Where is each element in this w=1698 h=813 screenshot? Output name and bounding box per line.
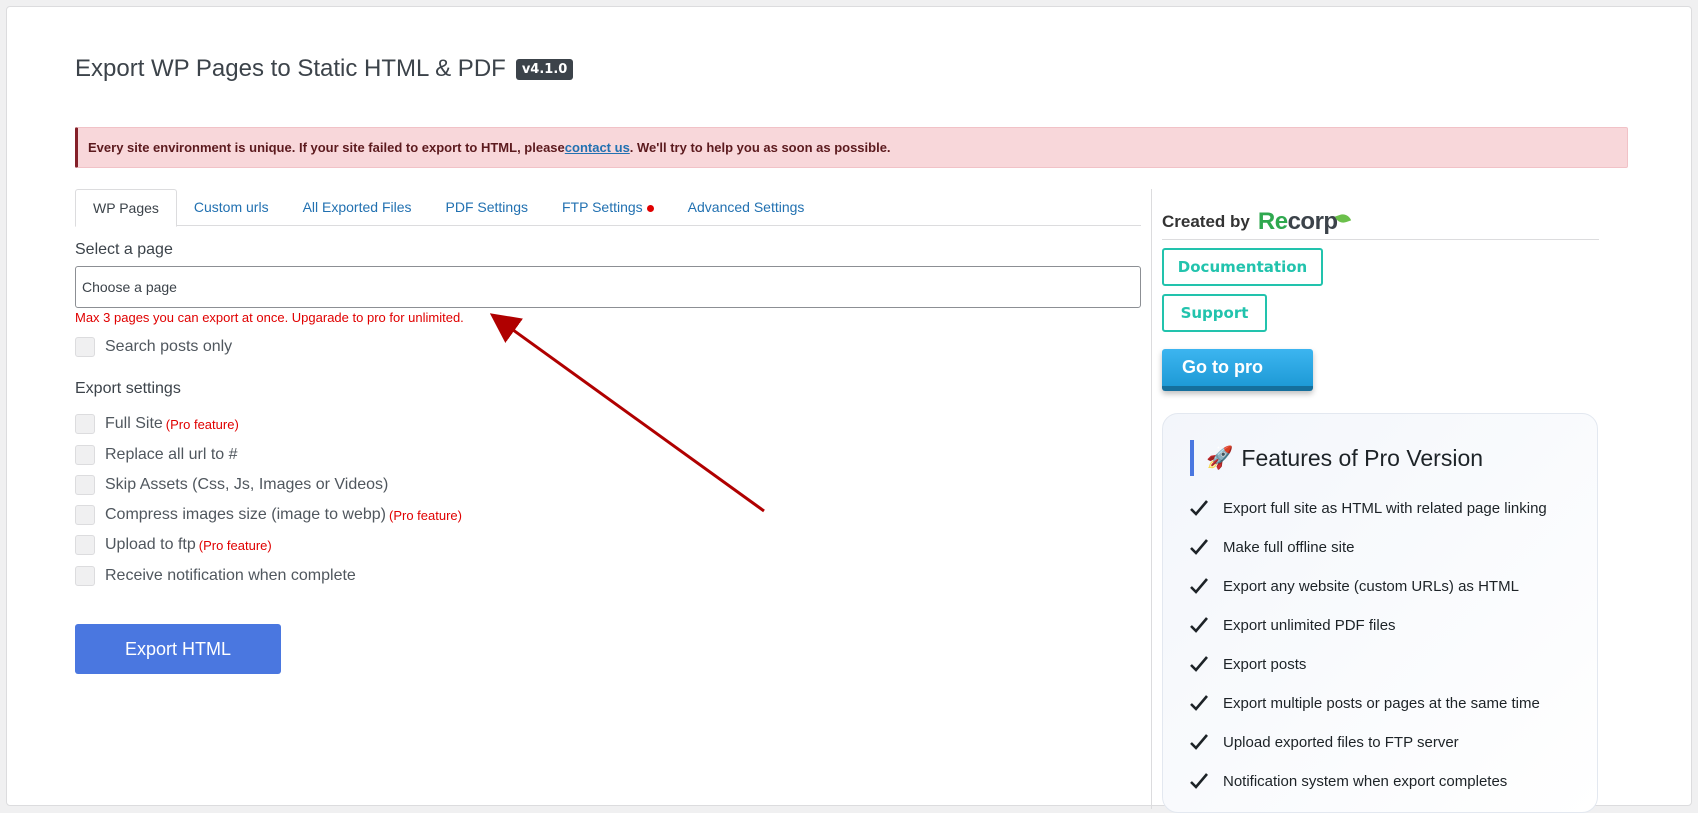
check-icon — [1190, 539, 1208, 555]
notification-dot-icon — [646, 204, 654, 212]
full-site-checkbox[interactable] — [75, 414, 95, 434]
feature-text: Notification system when export complete… — [1223, 772, 1508, 790]
created-by: Created by Recorp — [1162, 208, 1351, 236]
option-skip-assets: Skip Assets (Css, Js, Images or Videos) — [75, 475, 388, 495]
feature-text: Export posts — [1223, 655, 1307, 673]
environment-notice: Every site environment is unique. If you… — [75, 127, 1628, 168]
page-limit-message: Max 3 pages you can export at once. Upga… — [75, 310, 464, 325]
feature-item: Make full offline site — [1189, 537, 1354, 557]
feature-item: Notification system when export complete… — [1189, 771, 1507, 791]
check-icon — [1190, 500, 1208, 516]
check-icon — [1190, 734, 1208, 750]
support-button[interactable]: Support — [1162, 294, 1267, 332]
feature-text: Export full site as HTML with related pa… — [1223, 499, 1547, 517]
feature-item: Export posts — [1189, 654, 1306, 674]
skip-assets-checkbox[interactable] — [75, 475, 95, 495]
tab-wp-pages[interactable]: WP Pages — [75, 189, 177, 227]
option-replace-url: Replace all url to # — [75, 445, 238, 465]
features-title: 🚀 Features of Pro Version — [1190, 440, 1483, 476]
option-full-site: Full Site (Pro feature) — [75, 414, 239, 434]
check-icon — [1190, 656, 1208, 672]
go-to-pro-button[interactable]: Go to pro — [1162, 349, 1313, 391]
export-settings-heading: Export settings — [75, 380, 181, 397]
check-icon — [1190, 578, 1208, 594]
upload-ftp-checkbox[interactable] — [75, 535, 95, 555]
page-select[interactable]: Choose a page — [75, 266, 1141, 308]
tab-ftp-settings[interactable]: FTP Settings — [545, 189, 671, 226]
search-posts-label: Search posts only — [105, 338, 233, 355]
notice-text-after: . We'll try to help you as soon as possi… — [629, 140, 891, 155]
created-by-label: Created by — [1162, 212, 1250, 231]
tab-ftp-settings-label: FTP Settings — [562, 199, 643, 215]
option-label: Skip Assets (Css, Js, Images or Videos) — [105, 476, 389, 493]
option-label: Full Site — [105, 415, 163, 432]
tab-advanced-settings[interactable]: Advanced Settings — [671, 189, 822, 226]
option-label: Upload to ftp — [105, 536, 196, 553]
option-notification: Receive notification when complete — [75, 566, 356, 586]
column-divider — [1151, 189, 1152, 809]
search-posts-option: Search posts only — [75, 337, 232, 357]
feature-item: Upload exported files to FTP server — [1189, 732, 1459, 752]
option-label: Receive notification when complete — [105, 567, 356, 584]
check-icon — [1190, 695, 1208, 711]
replace-url-checkbox[interactable] — [75, 445, 95, 465]
notice-text-before: Every site environment is unique. If you… — [88, 140, 565, 155]
feature-text: Export unlimited PDF files — [1223, 616, 1396, 634]
tab-pdf-settings[interactable]: PDF Settings — [429, 189, 545, 226]
search-posts-checkbox[interactable] — [75, 337, 95, 357]
export-html-button[interactable]: Export HTML — [75, 624, 281, 674]
logo-part-dark: corp — [1287, 208, 1339, 235]
feature-text: Export multiple posts or pages at the sa… — [1223, 694, 1540, 712]
features-title-text: Features of Pro Version — [1241, 444, 1484, 471]
page-select-placeholder: Choose a page — [82, 279, 177, 295]
settings-tabs: WP Pages Custom urls All Exported Files … — [75, 189, 1141, 227]
sidebar-divider — [1162, 239, 1599, 240]
check-icon — [1190, 617, 1208, 633]
tab-all-exported-files[interactable]: All Exported Files — [286, 189, 429, 226]
option-label: Compress images size (image to webp) — [105, 506, 386, 523]
tab-custom-urls[interactable]: Custom urls — [177, 189, 286, 226]
pro-features-card: 🚀 Features of Pro Version Export full si… — [1162, 413, 1598, 813]
option-compress-images: Compress images size (image to webp) (Pr… — [75, 505, 462, 525]
contact-us-link[interactable]: contact us — [565, 140, 630, 155]
feature-text: Make full offline site — [1223, 538, 1355, 556]
notification-checkbox[interactable] — [75, 566, 95, 586]
feature-item: Export multiple posts or pages at the sa… — [1189, 693, 1540, 713]
rocket-icon: 🚀 — [1206, 445, 1234, 470]
option-upload-ftp: Upload to ftp (Pro feature) — [75, 535, 272, 555]
feature-item: Export unlimited PDF files — [1189, 615, 1396, 635]
feature-text: Export any website (custom URLs) as HTML — [1223, 577, 1519, 595]
check-icon — [1190, 773, 1208, 789]
feature-item: Export full site as HTML with related pa… — [1189, 498, 1547, 518]
recorp-logo[interactable]: Recorp — [1257, 208, 1351, 236]
pro-feature-tag: (Pro feature) — [165, 416, 239, 432]
page-title: Export WP Pages to Static HTML & PDF — [75, 55, 506, 82]
version-badge: v4.1.0 — [515, 58, 574, 80]
documentation-button[interactable]: Documentation — [1162, 248, 1323, 286]
feature-item: Export any website (custom URLs) as HTML — [1189, 576, 1519, 596]
select-page-label: Select a page — [75, 241, 173, 258]
compress-images-checkbox[interactable] — [75, 505, 95, 525]
pro-feature-tag: (Pro feature) — [198, 537, 272, 553]
header: Export WP Pages to Static HTML & PDF v4.… — [75, 55, 574, 83]
pro-feature-tag: (Pro feature) — [389, 507, 462, 523]
logo-part-green: Re — [1257, 208, 1288, 235]
option-label: Replace all url to # — [105, 446, 238, 463]
feature-text: Upload exported files to FTP server — [1223, 733, 1459, 751]
